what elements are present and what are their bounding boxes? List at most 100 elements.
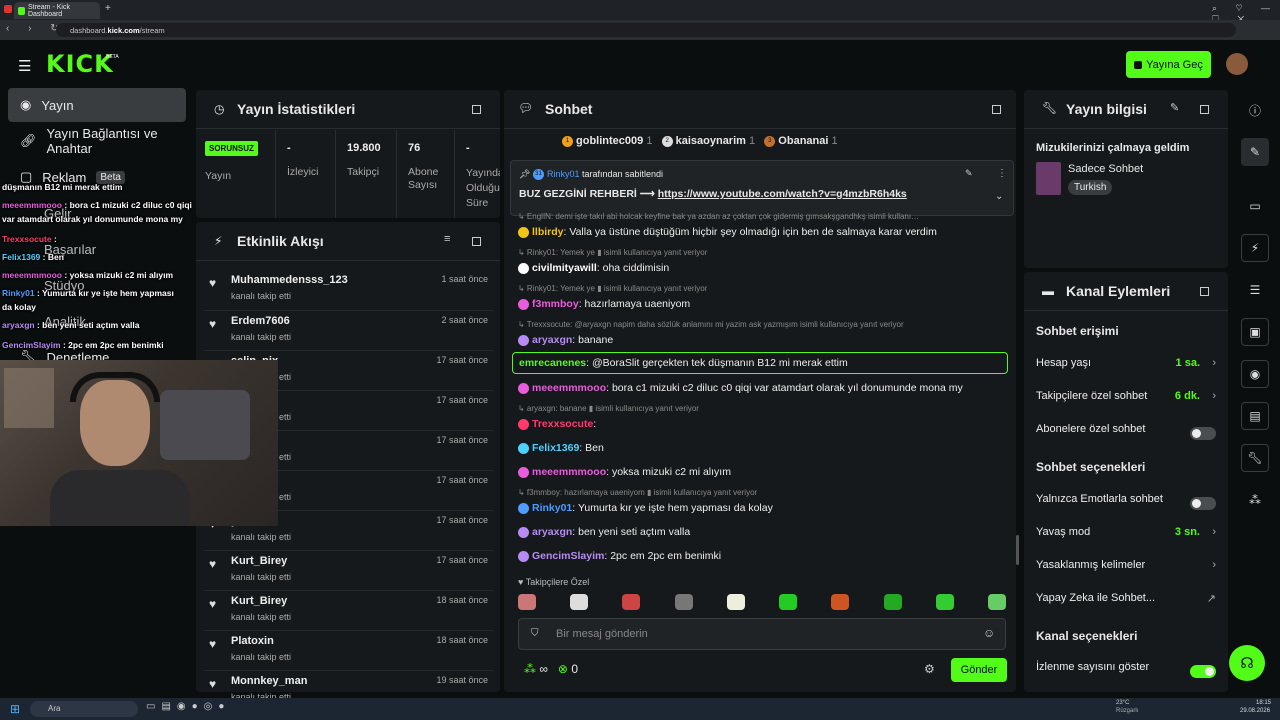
expand-icon[interactable] (1200, 287, 1209, 296)
activity-username[interactable]: Platoxin (231, 635, 274, 647)
taskbar-apps[interactable]: ▭▤◉●◎● (146, 701, 230, 712)
chat-username[interactable]: emrecanenes (519, 357, 586, 369)
overlay-username: meeemmmooo (2, 200, 62, 210)
chat-username[interactable]: aryaxgn (532, 334, 572, 346)
emote-only-toggle[interactable] (1190, 497, 1216, 510)
gifter-name[interactable]: goblintec009 (576, 135, 643, 147)
chat-scrollbar[interactable] (1016, 535, 1019, 565)
taskbar-search[interactable]: Ara (30, 701, 138, 717)
activity-username[interactable]: Erdem7606 (231, 315, 290, 327)
gifter-count: 1 (831, 135, 838, 147)
user-avatar[interactable] (1226, 53, 1248, 75)
browser-tab[interactable]: Stream - Kick Dashboard (14, 2, 100, 19)
new-tab-icon[interactable]: + (105, 3, 111, 14)
more-options-icon[interactable]: ⋮ (997, 168, 1007, 179)
chat-input[interactable]: ⛉ Bir mesaj gönderin ☺ (518, 618, 1006, 650)
chat-username[interactable]: civilmityawill (532, 262, 597, 274)
overlay-chat-line: aryaxgn : ben yeni seti açtım valla (2, 320, 140, 330)
list-icon[interactable]: ☰ (1241, 276, 1269, 304)
nav-item-stream-key[interactable]: 🔗︎ Yayın Bağlantısı ve Anahtar (8, 124, 194, 158)
activity-username[interactable]: Kurt_Birey (231, 555, 287, 567)
activity-username[interactable]: Monnkey_man (231, 675, 307, 687)
chat-username[interactable]: Felix1369 (532, 442, 579, 454)
ai-chat-row[interactable]: Yapay Zeka ile Sohbet... ↗ (1036, 592, 1216, 614)
subs-chat-toggle[interactable] (1190, 427, 1216, 440)
windows-start-icon[interactable]: ⊞ (10, 702, 20, 716)
emote-icon[interactable] (726, 594, 745, 610)
overlay-username: aryaxgn (2, 320, 35, 330)
unpin-icon[interactable]: ✎ (965, 168, 973, 179)
filter-icon[interactable]: ≡ (444, 233, 450, 245)
info-icon[interactable]: ⓘ (1241, 96, 1269, 124)
wrench-icon[interactable]: 🔧︎ (1241, 444, 1269, 472)
logo-beta-badge: BETA (106, 54, 119, 60)
activity-description: kanalı takip etti (231, 572, 292, 582)
kick-logo[interactable]: KICK (46, 50, 114, 78)
chat-icon[interactable]: ▣ (1241, 318, 1269, 346)
banned-words-row[interactable]: Yasaklanmış kelimeler › (1036, 559, 1216, 581)
play-icon[interactable]: ◉ (1241, 360, 1269, 388)
send-button[interactable]: Gönder (951, 658, 1007, 682)
emote-icon[interactable] (831, 594, 850, 610)
chair (160, 390, 250, 460)
chat-username[interactable]: f3mmboy (532, 298, 579, 310)
reply-context: ↳ Rinky01: Yemek ye ▮ isimli kullanıcıya… (518, 284, 708, 293)
activity-username[interactable]: Kurt_Birey (231, 595, 287, 607)
weather-temp[interactable]: 23°C (1116, 700, 1129, 706)
emote-icon[interactable] (935, 594, 954, 610)
emote-icon[interactable] (622, 594, 641, 610)
expand-icon[interactable] (992, 105, 1001, 114)
hamburger-icon[interactable]: ☰ (18, 57, 31, 75)
video-icon[interactable]: ▭ (1241, 192, 1269, 220)
chat-settings-gear-icon[interactable]: ⚙ (924, 662, 935, 676)
edit-icon[interactable]: ✎ (1170, 101, 1179, 114)
expand-icon[interactable] (1200, 105, 1209, 114)
emote-icon[interactable] (674, 594, 693, 610)
show-viewers-toggle[interactable] (1190, 665, 1216, 678)
category-name[interactable]: Sadece Sohbet (1068, 163, 1143, 175)
followers-chat-row[interactable]: Takipçilere özel sohbet 6 dk. › (1036, 390, 1216, 412)
category-thumbnail (1036, 162, 1061, 195)
opera-icon[interactable] (4, 5, 12, 13)
gifter-name[interactable]: Obananai (778, 135, 828, 147)
chat-username[interactable]: meeemmmooo (532, 466, 606, 478)
pinned-link[interactable]: https://www.youtube.com/watch?v=g4mzbR6h… (658, 188, 907, 200)
slow-mode-row[interactable]: Yavaş mod 3 sn. › (1036, 526, 1216, 548)
emote-icon[interactable] (779, 594, 798, 610)
chat-username[interactable]: llbirdy (532, 226, 564, 238)
emoji-icon[interactable]: ☺ (983, 626, 995, 640)
chevron-down-icon[interactable]: ⌄ (995, 191, 1003, 202)
chat-message: aryaxgn: banane (518, 334, 613, 346)
edit-pen-icon[interactable]: ✎ (1241, 138, 1269, 166)
reply-context: ↳ f3mmboy: hazırlamaya uaeniyom ▮ isimli… (518, 488, 758, 497)
emote-icon[interactable] (987, 594, 1006, 610)
overlay-text: da kolay (2, 302, 37, 312)
chat-username[interactable]: meeemmmooo (532, 382, 606, 394)
emote-icon[interactable] (883, 594, 902, 610)
chat-username[interactable]: GencimSlayim (532, 550, 604, 562)
bolt-icon[interactable]: ⚡︎ (1241, 234, 1269, 262)
pinned-by-user[interactable]: Rinky01 (547, 169, 580, 179)
clock-time[interactable]: 18:15 (1256, 700, 1271, 706)
account-age-row[interactable]: Hesap yaşı 1 sa. › (1036, 357, 1216, 379)
expand-icon[interactable] (472, 105, 481, 114)
heart-icon: ♥ (209, 276, 217, 290)
headphones (70, 372, 160, 402)
url-field[interactable]: dashboard.kick.com/stream (56, 23, 1236, 37)
gifter-name[interactable]: kaisaoynarim (676, 135, 746, 147)
card-icon[interactable]: ▤ (1241, 402, 1269, 430)
shapes-icon[interactable]: ⁂ (1241, 486, 1269, 514)
chat-username[interactable]: Trexxsocute (532, 418, 593, 430)
activity-username[interactable]: Muhammedensss_123 (231, 274, 348, 286)
go-live-button[interactable]: Yayına Geç (1126, 51, 1211, 78)
user-badge-icon (518, 226, 529, 238)
chat-username[interactable]: Rinky01 (532, 502, 572, 514)
emote-icon[interactable] (570, 594, 589, 610)
chat-username[interactable]: aryaxgn (532, 526, 572, 538)
emote-icon[interactable] (518, 594, 536, 610)
expand-icon[interactable] (472, 237, 481, 246)
nav-item-stream[interactable]: ◉ Yayın (8, 88, 186, 122)
language-tag: Turkish (1068, 180, 1113, 195)
support-headset-icon[interactable]: ☊ (1229, 645, 1265, 681)
overlay-username: Rinky01 (2, 288, 35, 298)
